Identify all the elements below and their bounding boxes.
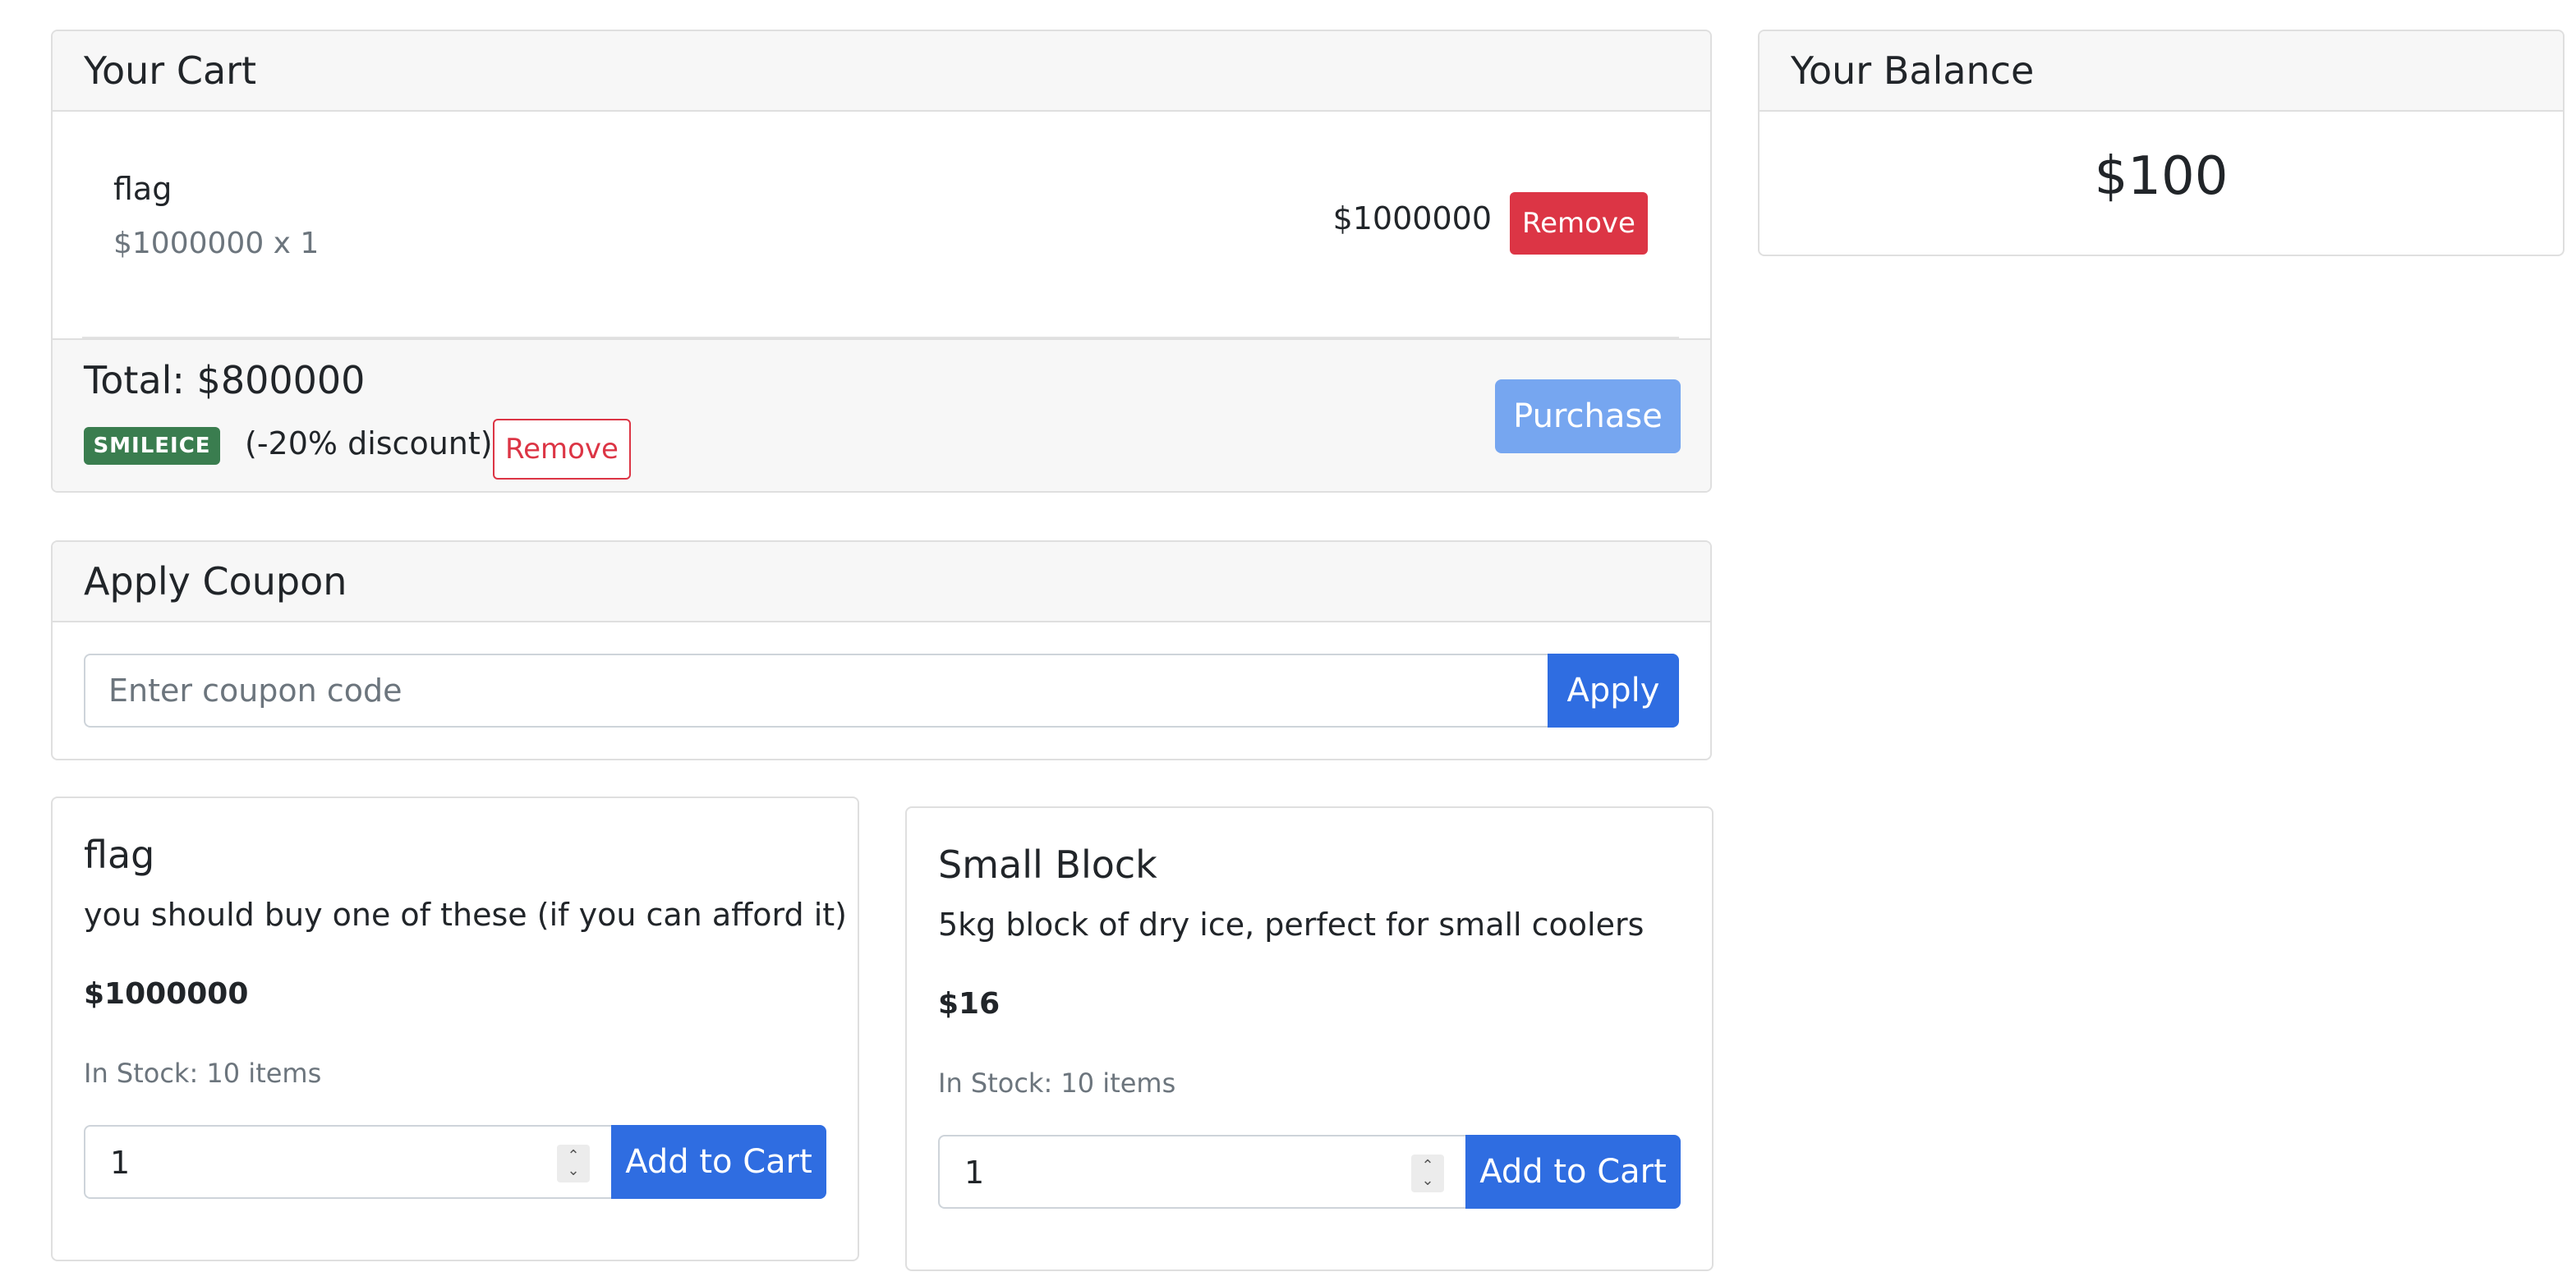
coupon-card: Apply Coupon Apply — [51, 540, 1712, 760]
coupon-badge: SMILEICE — [84, 427, 220, 465]
quantity-input[interactable]: 1 ⌃ ⌄ — [84, 1125, 611, 1199]
add-to-cart-button[interactable]: Add to Cart — [1465, 1135, 1681, 1209]
cart-title: Your Cart — [53, 31, 1710, 112]
cart-card: Your Cart flag $1000000 x 1 $1000000 Rem… — [51, 30, 1712, 493]
purchase-button[interactable]: Purchase — [1495, 379, 1681, 453]
product-price: $16 — [938, 987, 1000, 1021]
cart-items: flag $1000000 x 1 $1000000 Remove — [53, 112, 1710, 338]
quantity-value: 1 — [110, 1145, 131, 1181]
chevron-down-icon[interactable]: ⌄ — [567, 1164, 579, 1178]
chevron-down-icon[interactable]: ⌄ — [1421, 1173, 1433, 1188]
product-price: $1000000 — [84, 977, 249, 1011]
balance-title: Your Balance — [1760, 31, 2563, 112]
balance-card: Your Balance $100 — [1758, 30, 2564, 256]
discount-text: (-20% discount) — [245, 425, 493, 461]
cart-item-remove-button[interactable]: Remove — [1510, 192, 1648, 255]
product-stock: In Stock: 10 items — [84, 1058, 322, 1089]
product-stock: In Stock: 10 items — [938, 1068, 1176, 1099]
cart-item-line-total: $1000000 — [1332, 200, 1492, 236]
product-name: flag — [84, 833, 155, 877]
quantity-input[interactable]: 1 ⌃ ⌄ — [938, 1135, 1465, 1209]
cart-item: flag $1000000 x 1 $1000000 Remove — [82, 112, 1679, 338]
quantity-value: 1 — [964, 1155, 985, 1191]
coupon-input-group: Apply — [84, 654, 1679, 728]
coupon-title: Apply Coupon — [53, 542, 1710, 622]
coupon-remove-button[interactable]: Remove — [493, 419, 631, 480]
cart-footer: Total: $800000 SMILEICE (-20% discount) … — [53, 338, 1710, 491]
add-to-cart-button[interactable]: Add to Cart — [611, 1125, 826, 1199]
quantity-stepper[interactable]: ⌃ ⌄ — [1411, 1155, 1444, 1192]
cart-total: Total: $800000 — [84, 358, 366, 402]
product-description: 5kg block of dry ice, perfect for small … — [938, 907, 1644, 943]
balance-amount: $100 — [2094, 146, 2229, 207]
add-to-cart-group: 1 ⌃ ⌄ Add to Cart — [84, 1125, 826, 1199]
cart-item-name: flag — [113, 171, 172, 207]
cart-item-quantity-line: $1000000 x 1 — [113, 227, 320, 260]
add-to-cart-group: 1 ⌃ ⌄ Add to Cart — [938, 1135, 1681, 1209]
product-name: Small Block — [938, 843, 1157, 887]
product-card: Small Block 5kg block of dry ice, perfec… — [905, 806, 1714, 1271]
quantity-stepper[interactable]: ⌃ ⌄ — [557, 1145, 590, 1182]
apply-coupon-button[interactable]: Apply — [1548, 654, 1679, 728]
product-description: you should buy one of these (if you can … — [84, 897, 847, 933]
product-card: flag you should buy one of these (if you… — [51, 797, 859, 1261]
coupon-code-input[interactable] — [84, 654, 1548, 728]
